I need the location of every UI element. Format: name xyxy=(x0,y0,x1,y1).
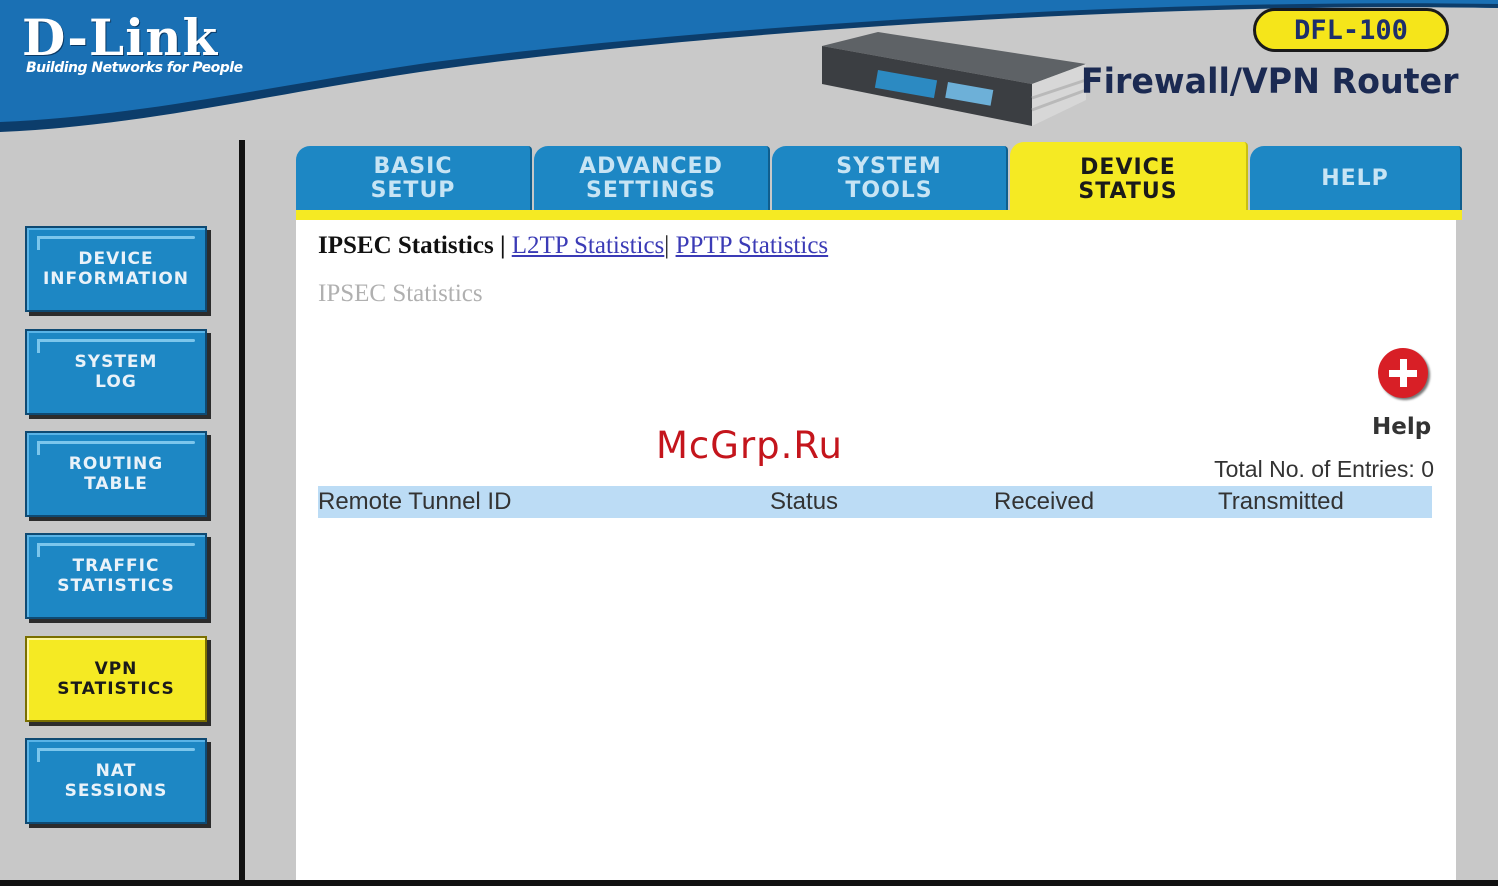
model-badge: DFL-100 xyxy=(1253,8,1449,52)
logo-tagline: Building Networks for People xyxy=(26,60,243,76)
section-title: IPSEC Statistics xyxy=(318,280,483,307)
tab-basic-setup[interactable]: BASIC SETUP xyxy=(296,146,532,212)
tab-advanced-settings[interactable]: ADVANCED SETTINGS xyxy=(534,146,770,212)
help-link[interactable]: Help xyxy=(1372,414,1431,440)
help-plus-icon[interactable] xyxy=(1378,348,1428,398)
sidebar-item-device-information[interactable]: DEVICE INFORMATION xyxy=(25,226,207,312)
sidebar-item-traffic-statistics[interactable]: TRAFFIC STATISTICS xyxy=(25,533,207,619)
tab-label: ADVANCED SETTINGS xyxy=(579,154,723,203)
tab-underline xyxy=(296,210,1462,220)
header: D-Link Building Networks for People DFL-… xyxy=(0,0,1498,140)
column-received: Received xyxy=(994,488,1095,515)
sidebar-item-label: SYSTEM LOG xyxy=(74,352,158,392)
content-panel: IPSEC Statistics | L2TP Statistics| PPTP… xyxy=(296,220,1456,882)
subnav-separator: | xyxy=(499,232,506,259)
bottom-border xyxy=(0,880,1498,886)
sidebar-item-system-log[interactable]: SYSTEM LOG xyxy=(25,329,207,415)
column-remote-tunnel-id: Remote Tunnel ID xyxy=(318,488,512,515)
product-title: Firewall/VPN Router xyxy=(1080,62,1458,102)
tab-label: BASIC SETUP xyxy=(370,154,456,203)
dlink-logo: D-Link xyxy=(22,8,219,67)
sidebar-item-routing-table[interactable]: ROUTING TABLE xyxy=(25,431,207,517)
sidebar-item-vpn-statistics[interactable]: VPN STATISTICS xyxy=(25,636,207,722)
router-image xyxy=(822,32,1087,126)
tab-device-status[interactable]: DEVICE STATUS xyxy=(1010,142,1248,218)
total-entries: Total No. of Entries: 0 xyxy=(1214,456,1434,482)
sub-navigation: IPSEC Statistics | L2TP Statistics| PPTP… xyxy=(318,232,828,260)
l2tp-statistics-link[interactable]: L2TP Statistics xyxy=(512,232,665,259)
subnav-current: IPSEC Statistics xyxy=(318,232,494,259)
sidebar-item-label: NAT SESSIONS xyxy=(64,761,168,801)
tab-system-tools[interactable]: SYSTEM TOOLS xyxy=(772,146,1008,212)
sidebar-item-label: VPN STATISTICS xyxy=(57,659,175,699)
pptp-statistics-link[interactable]: PPTP Statistics xyxy=(676,232,829,259)
sidebar-item-label: TRAFFIC STATISTICS xyxy=(57,556,175,596)
sidebar-item-nat-sessions[interactable]: NAT SESSIONS xyxy=(25,738,207,824)
table-header: Remote Tunnel ID Status Received Transmi… xyxy=(318,486,1432,518)
tab-label: SYSTEM TOOLS xyxy=(836,154,942,203)
sidebar-item-label: ROUTING TABLE xyxy=(68,454,164,494)
column-status: Status xyxy=(770,488,839,515)
sidebar-divider xyxy=(239,140,245,882)
tab-help[interactable]: HELP xyxy=(1250,146,1462,212)
tab-label: DEVICE STATUS xyxy=(1078,155,1178,204)
sidebar-item-label: DEVICE INFORMATION xyxy=(42,249,190,289)
watermark: McGrp.Ru xyxy=(656,424,843,467)
tab-label: HELP xyxy=(1321,166,1389,191)
subnav-separator: | xyxy=(664,232,670,259)
column-transmitted: Transmitted xyxy=(1218,488,1344,515)
